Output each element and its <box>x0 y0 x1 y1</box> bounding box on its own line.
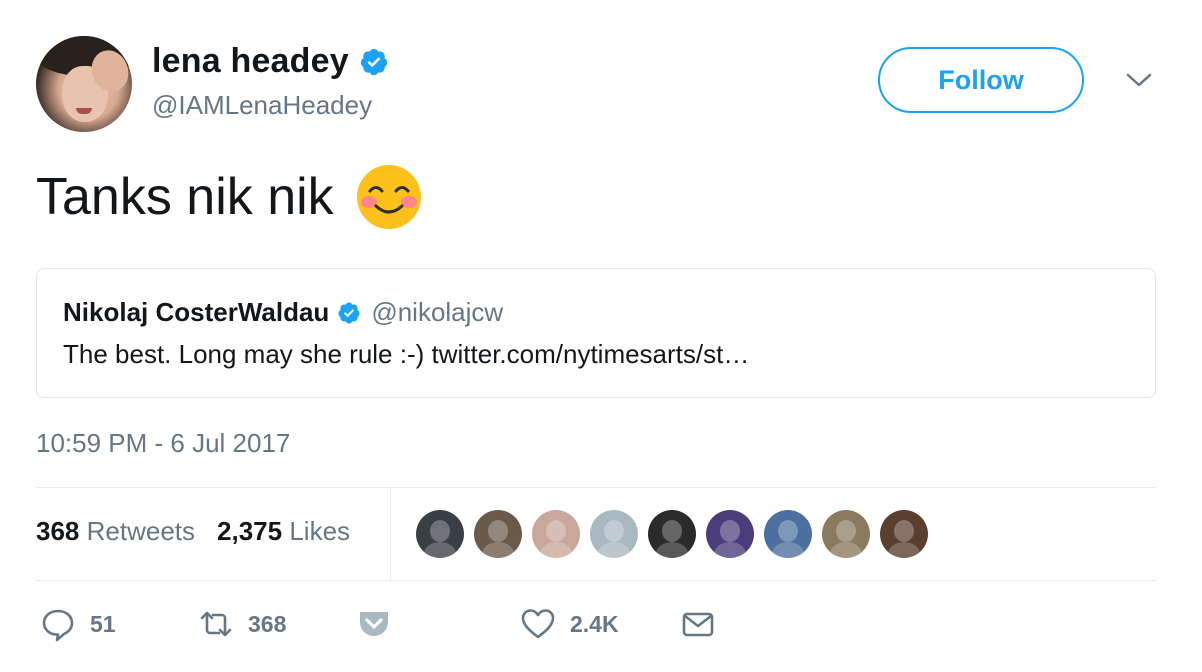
author-handle[interactable]: @IAMLenaHeadey <box>152 90 372 121</box>
liker-avatar-5[interactable] <box>648 510 696 558</box>
smiling-face-with-blush-emoji-icon <box>356 165 421 229</box>
quoted-author-name: Nikolaj CosterWaldau <box>63 297 330 327</box>
retweets-count: 368 <box>36 516 80 546</box>
tweet-actions: 51 368 2.4K <box>40 606 740 646</box>
direct-message-action[interactable] <box>680 606 716 642</box>
author-avatar[interactable] <box>36 36 132 132</box>
reply-icon <box>42 609 74 642</box>
likes-stat[interactable]: 2,375 Likes <box>217 516 350 547</box>
reply-action[interactable]: 51 <box>40 606 116 642</box>
envelope-icon <box>682 612 714 637</box>
likes-count: 2,375 <box>217 516 283 546</box>
quoted-tweet-header: Nikolaj CosterWaldau @nikolajcw <box>63 297 503 328</box>
retweets-label: Retweets <box>86 516 196 546</box>
likes-label: Likes <box>289 516 351 546</box>
liker-avatar-4[interactable] <box>590 510 638 558</box>
heart-icon <box>521 609 555 639</box>
follow-button[interactable]: Follow <box>878 47 1084 113</box>
liker-avatar-3[interactable] <box>532 510 580 558</box>
quoted-author-handle: @nikolajcw <box>371 297 504 327</box>
author-name-row: lena headey <box>152 42 389 81</box>
retweet-icon <box>200 611 232 637</box>
stats-bottom-divider <box>36 580 1156 581</box>
liker-avatars <box>416 510 928 558</box>
liker-avatar-9[interactable] <box>880 510 928 558</box>
liker-avatar-7[interactable] <box>764 510 812 558</box>
tweet-text-content: Tanks nik nik <box>36 168 334 226</box>
like-action[interactable]: 2.4K <box>520 606 619 642</box>
author-display-name[interactable]: lena headey <box>152 42 349 81</box>
like-count: 2.4K <box>570 610 619 637</box>
liker-avatar-6[interactable] <box>706 510 754 558</box>
stats-vertical-divider <box>390 487 391 580</box>
pocket-icon <box>360 612 388 636</box>
tweet-card: lena headey @IAMLenaHeadey Follow Tanks … <box>0 0 1202 672</box>
quoted-tweet[interactable]: Nikolaj CosterWaldau @nikolajcw The best… <box>36 268 1156 398</box>
retweets-stat[interactable]: 368 Retweets <box>36 516 195 547</box>
liker-avatar-8[interactable] <box>822 510 870 558</box>
verified-badge-icon <box>360 48 387 75</box>
reply-count: 51 <box>90 610 116 637</box>
retweet-action[interactable]: 368 <box>198 606 286 642</box>
stats-top-divider <box>36 487 1156 488</box>
liker-avatar-2[interactable] <box>474 510 522 558</box>
tweet-timestamp[interactable]: 10:59 PM - 6 Jul 2017 <box>36 428 290 459</box>
retweet-count: 368 <box>248 610 287 637</box>
quoted-tweet-text: The best. Long may she rule :-) twitter.… <box>63 339 750 369</box>
verified-badge-icon <box>338 302 360 323</box>
tweet-text: Tanks nik nik <box>36 164 422 230</box>
save-to-pocket-action[interactable] <box>356 606 392 642</box>
liker-avatar-1[interactable] <box>416 510 464 558</box>
chevron-down-icon[interactable] <box>1125 70 1153 90</box>
tweet-stats: 368 Retweets 2,375 Likes <box>36 516 350 547</box>
